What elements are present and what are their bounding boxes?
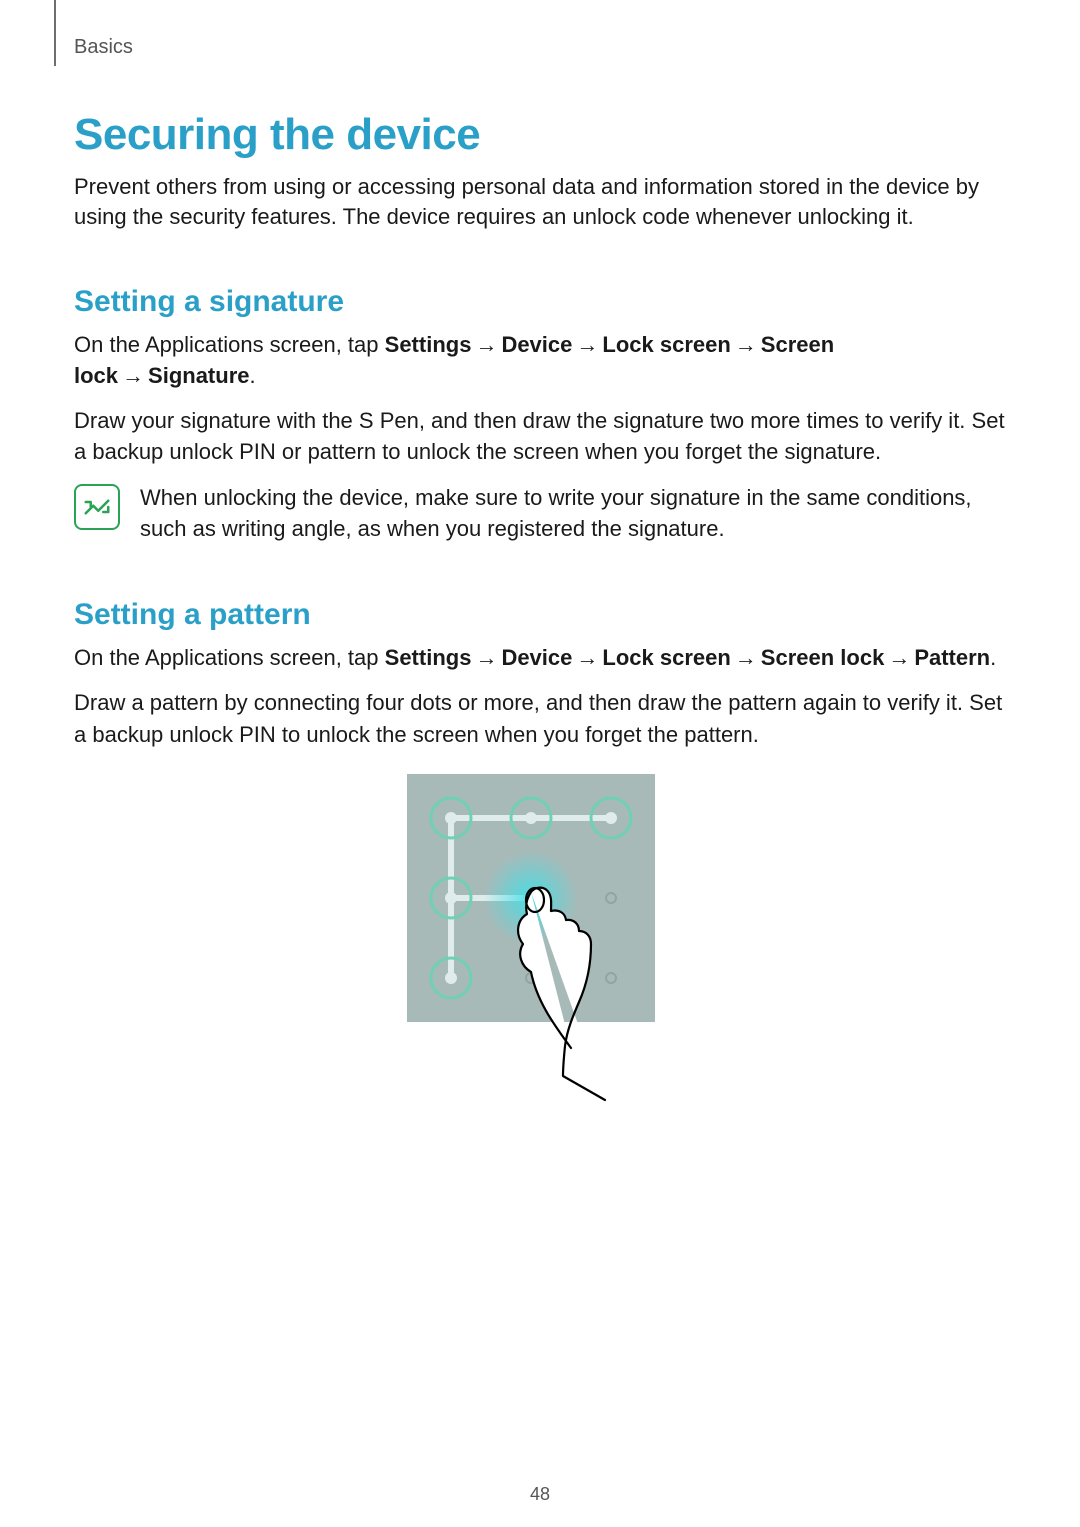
note: When unlocking the device, make sure to … [74, 482, 1020, 544]
signature-path: On the Applications screen, tap Settings… [74, 329, 1020, 391]
page-title: Securing the device [74, 110, 1020, 160]
breadcrumb: Basics [74, 36, 133, 59]
path-step: Screen lock [761, 645, 885, 670]
note-text: When unlocking the device, make sure to … [140, 482, 1020, 544]
arrow-icon: → [471, 645, 501, 670]
section-signature: Setting a signature On the Applications … [74, 285, 1020, 544]
arrow-icon: → [471, 332, 501, 357]
text: On the Applications screen, tap [74, 332, 385, 357]
content: Securing the device Prevent others from … [74, 38, 1020, 1104]
arrow-icon: → [572, 645, 602, 670]
pattern-path: On the Applications screen, tap Settings… [74, 642, 1020, 673]
arrow-icon: → [731, 332, 761, 357]
pattern-illustration-icon [407, 774, 687, 1104]
heading-pattern: Setting a pattern [74, 598, 1020, 632]
note-icon [74, 484, 120, 530]
arrow-icon: → [731, 645, 761, 670]
text: . [250, 363, 256, 388]
page: Basics Securing the device Prevent other… [0, 0, 1080, 1527]
signature-body: Draw your signature with the S Pen, and … [74, 405, 1020, 467]
path-step: Device [501, 332, 572, 357]
section-pattern: Setting a pattern On the Applications sc… [74, 598, 1020, 1104]
pattern-figure [74, 774, 1020, 1104]
arrow-icon: → [884, 645, 914, 670]
path-step: Pattern [914, 645, 990, 670]
text: On the Applications screen, tap [74, 645, 385, 670]
pattern-body: Draw a pattern by connecting four dots o… [74, 687, 1020, 749]
intro-text: Prevent others from using or accessing p… [74, 172, 1020, 233]
arrow-icon: → [572, 332, 602, 357]
page-number: 48 [0, 1484, 1080, 1505]
arrow-icon: → [118, 363, 148, 388]
heading-signature: Setting a signature [74, 285, 1020, 319]
path-step: Lock screen [602, 645, 730, 670]
path-step: Settings [385, 645, 472, 670]
header-divider [54, 0, 56, 66]
path-step: Device [501, 645, 572, 670]
path-step: Settings [385, 332, 472, 357]
path-step: Lock screen [602, 332, 730, 357]
path-step: Signature [148, 363, 249, 388]
text: . [990, 645, 996, 670]
